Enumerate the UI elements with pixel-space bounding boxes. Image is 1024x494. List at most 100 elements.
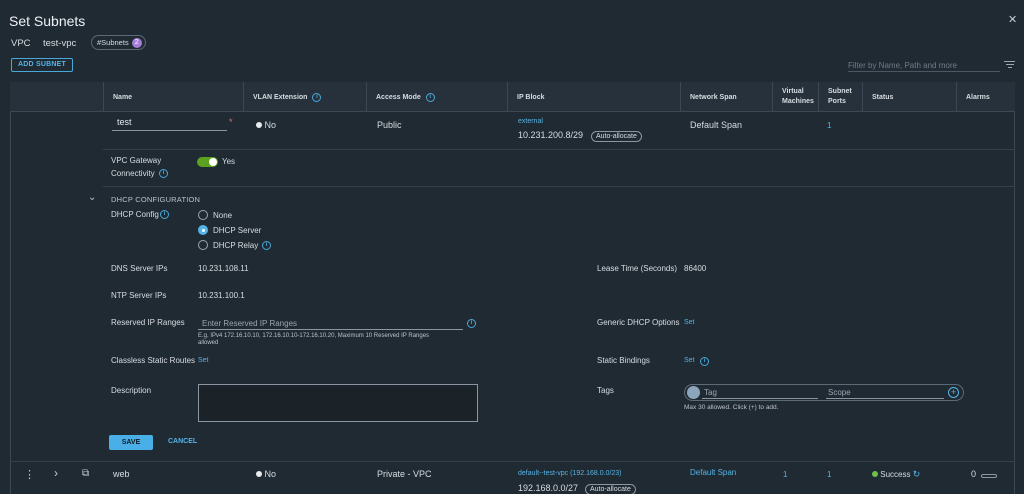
col-header-status-label: Status [872,93,894,101]
scope-input-field[interactable] [826,387,944,399]
generic-dhcp-label: Generic DHCP Options [597,318,680,327]
col-header-vm-line2: Machines [782,98,814,105]
dialog-title: Set Subnets [9,13,86,29]
radio-dot-icon [256,471,262,477]
radio-dot-icon [256,122,262,128]
subnet-name-field[interactable] [112,117,227,131]
save-button[interactable]: SAVE [109,435,153,450]
vlan-value-label: No [264,120,277,130]
vpc-label: VPC [11,38,31,49]
web-ip-block-link[interactable]: default--test-vpc (192.168.0.0/23) [518,470,622,477]
filter-icon[interactable] [1004,61,1015,70]
col-header-vm-line1: Virtual [782,88,804,95]
col-header-status[interactable]: Status [862,82,956,112]
tags-hint: Max 30 allowed. Click (+) to add. [684,404,779,411]
col-header-ipblock-label: IP Block [517,93,545,101]
info-icon[interactable]: i [700,357,709,366]
dns-server-value[interactable]: 10.231.108.11 [198,264,249,273]
dhcp-config-label: DHCP Config [111,210,159,219]
add-subnet-button[interactable]: ADD SUBNET [11,58,73,72]
ntp-server-value[interactable]: 10.231.100.1 [198,291,245,300]
dhcp-server-radio[interactable] [198,225,208,235]
required-marker: * [229,117,233,127]
tag-input[interactable] [702,388,818,397]
web-alarms-count: 0 [971,469,977,479]
subnets-grid [10,82,1015,494]
col-header-alarms[interactable]: Alarms [956,82,1015,112]
web-subnet-ports-link[interactable]: 1 [827,470,831,479]
dhcp-option-none[interactable]: None [213,211,232,220]
add-tag-plus-icon[interactable]: + [948,387,959,398]
web-auto-allocate-badge: Auto-allocate [585,484,636,494]
static-bindings-set-link[interactable]: Set [684,357,695,364]
dhcp-relay-radio[interactable] [198,240,208,250]
col-header-access-label: Access Mode [376,93,421,101]
subnets-pill-label: #Subnets [97,38,129,47]
generic-dhcp-set-link[interactable]: Set [684,319,695,326]
reserved-ip-hint: E.g. IPv4 172.16.10.10, 172.16.10.10-172… [198,333,430,339]
vpc-name: test-vpc [43,38,77,49]
reserved-ip-input[interactable] [198,319,463,328]
description-textarea[interactable] [199,385,477,421]
dns-server-label: DNS Server IPs [111,264,168,273]
gateway-connectivity-toggle[interactable] [197,157,218,167]
info-icon[interactable]: i [159,169,168,178]
col-header-name-label: Name [113,93,133,101]
ntp-server-label: NTP Server IPs [111,291,167,300]
scope-input[interactable] [826,388,944,397]
col-header-vlan-label: VLAN Extension [253,93,308,101]
col-header-virtual-machines[interactable]: Virtual Machines [772,82,818,112]
tag-input-field[interactable] [702,387,818,399]
close-icon[interactable]: ✕ [1008,13,1017,26]
col-header-name[interactable]: Name [103,82,243,112]
description-label: Description [111,386,152,395]
cancel-button[interactable]: CANCEL [168,438,197,445]
col-header-ip-block[interactable]: IP Block [507,82,680,112]
info-icon[interactable]: i [312,92,322,102]
classless-routes-set-link[interactable]: Set [198,357,209,364]
reserved-ip-hint-2: allowed [198,340,219,346]
classless-routes-label: Classless Static Routes [111,356,196,365]
lease-time-value[interactable]: 86400 [684,264,706,273]
description-field[interactable] [198,384,478,422]
web-network-span-link[interactable]: Default Span [690,468,736,477]
filter-input[interactable] [848,61,1000,70]
col-header-alarms-label: Alarms [966,93,990,101]
web-subnet-name[interactable]: web [113,469,130,479]
web-vlan-value: No [256,469,276,479]
vlan-extension-value[interactable]: No [256,120,276,130]
info-icon[interactable]: i [262,241,271,250]
reserved-ip-label: Reserved IP Ranges [111,318,185,327]
refresh-icon[interactable]: ↻ [913,469,921,479]
gateway-label-line2: Connectivity [111,169,155,178]
col-header-vlan[interactable]: VLAN Extension i [243,82,366,112]
info-icon[interactable]: i [467,319,476,328]
reserved-ip-field[interactable] [198,318,463,330]
filter-field[interactable] [848,60,1000,72]
expand-chevron-right-icon[interactable]: › [54,466,58,480]
info-icon[interactable]: i [160,210,169,219]
subnet-ports-link[interactable]: 1 [827,121,831,130]
ip-block-link[interactable]: external [518,118,543,125]
access-mode-value[interactable]: Public [377,120,402,130]
subnet-name-input[interactable] [112,117,227,127]
col-header-subnet-ports[interactable]: Subnet Ports [818,82,862,112]
col-header-network-span[interactable]: Network Span [680,82,772,112]
col-header-access-mode[interactable]: Access Mode i [366,82,507,112]
network-span-value[interactable]: Default Span [690,120,742,130]
dhcp-none-radio[interactable] [198,210,208,220]
col-header-span-label: Network Span [690,93,737,101]
dhcp-section-title: DHCP CONFIGURATION [111,195,201,204]
dhcp-option-server[interactable]: DHCP Server [213,226,261,235]
gateway-label-line1: VPC Gateway [111,156,162,165]
dhcp-option-relay[interactable]: DHCP Relay [213,241,258,250]
gateway-value: Yes [222,157,236,166]
info-icon[interactable]: i [425,92,435,102]
col-header-ports-line2: Ports [828,98,846,105]
tag-icon [687,386,700,399]
row-actions-kebab-icon[interactable]: ⋮ [24,468,35,481]
divider [10,461,1015,462]
web-vms-link[interactable]: 1 [783,470,787,479]
web-ip-block-cidr: 192.168.0.0/27 [518,483,579,493]
chevron-down-icon[interactable]: ⌄ [88,192,96,203]
